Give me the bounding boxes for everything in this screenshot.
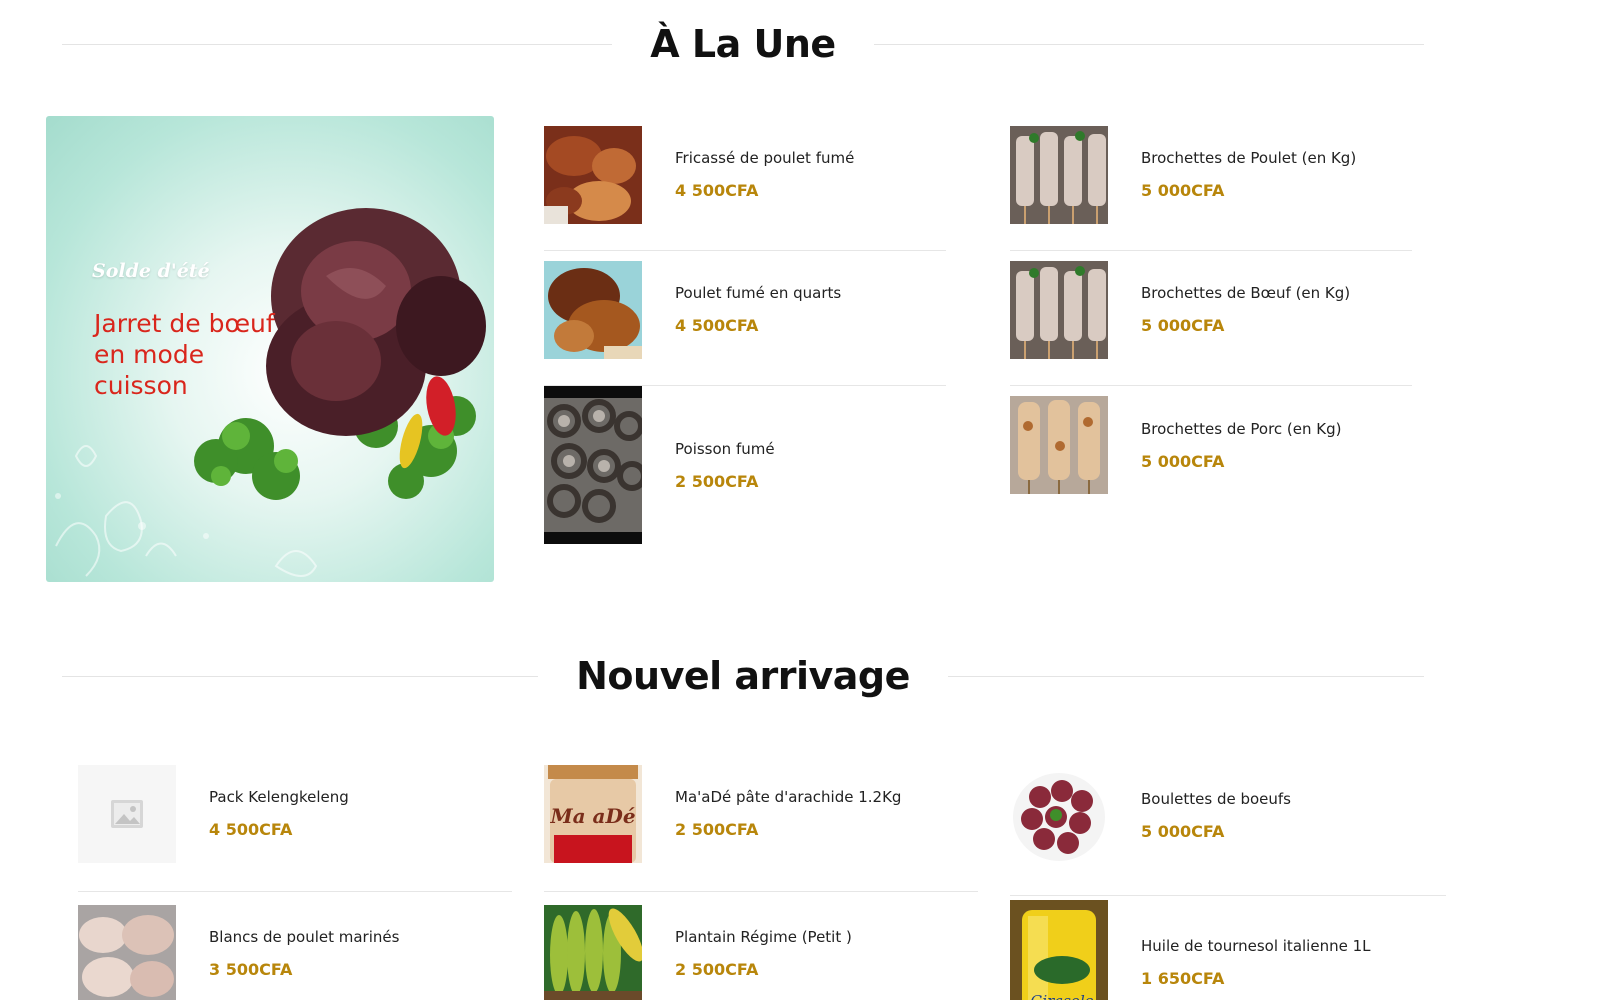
- jar-brand-label: Ma aDé: [549, 804, 635, 828]
- grilled-skewers-photo[interactable]: [1010, 396, 1108, 494]
- meatballs-photo[interactable]: [1010, 766, 1108, 865]
- promo-headline: Jarret de bœuf en mode cuisson: [94, 309, 275, 400]
- smoked-chicken-photo[interactable]: [544, 260, 642, 359]
- featured-section-header: À La Une: [62, 22, 1424, 66]
- smoked-fish-photo[interactable]: [544, 386, 642, 544]
- product-item[interactable]: Poisson fumé 2 500CFA: [544, 386, 946, 544]
- product-price: 5 000CFA: [1141, 451, 1225, 471]
- divider-line: [873, 43, 1424, 45]
- product-name[interactable]: Ma'aDé pâte d'arachide 1.2Kg: [675, 788, 901, 806]
- product-price: 2 500CFA: [675, 960, 759, 979]
- product-name[interactable]: Poisson fumé: [675, 440, 775, 458]
- product-name[interactable]: Brochettes de Poulet (en Kg): [1141, 149, 1356, 167]
- product-name[interactable]: Brochettes de Bœuf (en Kg): [1141, 284, 1350, 302]
- new-arrivals-section-title: Nouvel arrivage: [576, 654, 910, 698]
- featured-list-left: Fricassé de poulet fumé 4 500CFA Poulet …: [544, 116, 946, 544]
- fried-chicken-photo[interactable]: [544, 125, 642, 224]
- divider-line: [947, 675, 1425, 677]
- new-arrivals-section-header: Nouvel arrivage: [62, 654, 1425, 698]
- product-name[interactable]: Boulettes de boeufs: [1141, 790, 1291, 808]
- product-name[interactable]: Plantain Régime (Petit ): [675, 928, 852, 946]
- product-name[interactable]: Pack Kelengkeleng: [209, 788, 349, 806]
- skewers-photo[interactable]: [1010, 125, 1108, 224]
- promo-banner[interactable]: Solde d'été Jarret de bœuf en mode cuiss…: [46, 116, 494, 582]
- new-arrivals-list-1: Pack Kelengkeleng 4 500CFA Blancs de pou…: [78, 752, 512, 1000]
- image-placeholder-icon[interactable]: [78, 764, 176, 863]
- divider-line: [62, 43, 613, 45]
- product-item[interactable]: Fricassé de poulet fumé 4 500CFA: [544, 116, 946, 251]
- product-price: 4 500CFA: [675, 181, 759, 200]
- chicken-breast-photo[interactable]: [78, 904, 176, 1000]
- featured-section-title: À La Une: [650, 22, 836, 66]
- product-price: 5 000CFA: [1141, 316, 1225, 335]
- product-price: 4 500CFA: [209, 820, 293, 839]
- new-arrivals-list-2: Ma aDé Ma'aDé pâte d'arachide 1.2Kg 2 50…: [544, 752, 978, 1000]
- product-price: 5 000CFA: [1141, 822, 1225, 841]
- product-name[interactable]: Fricassé de poulet fumé: [675, 149, 854, 167]
- product-name[interactable]: Blancs de poulet marinés: [209, 928, 399, 946]
- product-item[interactable]: Girasole Huile de tournesol italienne 1L…: [1010, 896, 1446, 1000]
- bottle-brand-label: Girasole: [1030, 992, 1093, 1000]
- product-price: 1 650CFA: [1141, 969, 1225, 988]
- featured-list-right: Brochettes de Poulet (en Kg) 5 000CFA Br…: [1010, 116, 1412, 521]
- new-arrivals-list-3: Boulettes de boeufs 5 000CFA Girasole Hu…: [1010, 752, 1446, 1000]
- product-price: 2 500CFA: [675, 820, 759, 839]
- divider-line: [62, 675, 539, 677]
- plantain-photo[interactable]: [544, 904, 642, 1000]
- product-item[interactable]: Blancs de poulet marinés 3 500CFA: [78, 892, 512, 1000]
- product-price: 5 000CFA: [1141, 181, 1225, 200]
- product-item[interactable]: Ma aDé Ma'aDé pâte d'arachide 1.2Kg 2 50…: [544, 752, 978, 892]
- product-item[interactable]: Brochettes de Bœuf (en Kg) 5 000CFA: [1010, 251, 1412, 386]
- product-item[interactable]: Brochettes de Poulet (en Kg) 5 000CFA: [1010, 116, 1412, 251]
- product-item[interactable]: Pack Kelengkeleng 4 500CFA: [78, 752, 512, 892]
- promo-kicker: Solde d'été: [92, 260, 210, 282]
- product-item[interactable]: Poulet fumé en quarts 4 500CFA: [544, 251, 946, 386]
- peanut-paste-jar-photo[interactable]: Ma aDé: [544, 764, 642, 863]
- product-item[interactable]: Plantain Régime (Petit ) 2 500CFA: [544, 892, 978, 1000]
- product-name[interactable]: Brochettes de Porc (en Kg): [1141, 420, 1342, 438]
- sunflower-oil-photo[interactable]: Girasole: [1010, 900, 1108, 1000]
- product-price: 2 500CFA: [675, 471, 759, 491]
- product-name[interactable]: Huile de tournesol italienne 1L: [1141, 937, 1370, 955]
- product-item[interactable]: Brochettes de Porc (en Kg) 5 000CFA: [1010, 386, 1412, 521]
- product-price: 3 500CFA: [209, 960, 293, 979]
- product-item[interactable]: Boulettes de boeufs 5 000CFA: [1010, 752, 1446, 896]
- skewers-photo[interactable]: [1010, 260, 1108, 359]
- product-price: 4 500CFA: [675, 316, 759, 335]
- product-name[interactable]: Poulet fumé en quarts: [675, 284, 841, 302]
